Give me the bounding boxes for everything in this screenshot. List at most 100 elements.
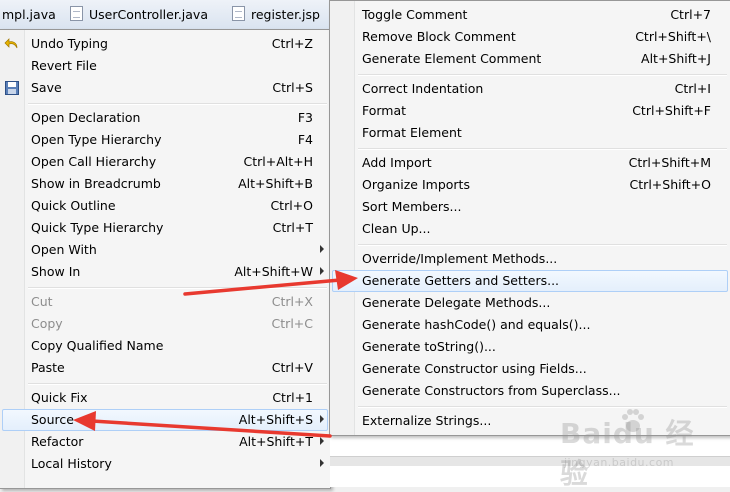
menu-item-label: Revert File xyxy=(31,58,97,73)
menu-item-accelerator: Alt+Shift+S xyxy=(238,412,313,427)
menu-item-accelerator: Ctrl+7 xyxy=(670,7,711,22)
menu-separator xyxy=(358,406,727,408)
menu-item-copy-qualified-name[interactable]: Copy Qualified Name xyxy=(0,335,330,357)
menu-item-refactor[interactable]: Refactor Alt+Shift+T xyxy=(0,431,330,453)
menu-item-label: Open Declaration xyxy=(31,110,141,125)
menu-item-accelerator: Ctrl+Alt+H xyxy=(243,154,313,169)
menu-item-label: Correct Indentation xyxy=(362,81,484,96)
menu-item-label: Quick Outline xyxy=(31,198,116,213)
menu-item-label: Format Element xyxy=(362,125,462,140)
menu-item-accelerator: Ctrl+1 xyxy=(272,390,313,405)
menu-item-generate-constructors-superclass[interactable]: Generate Constructors from Superclass... xyxy=(330,380,730,402)
menu-item-label: Toggle Comment xyxy=(362,7,468,22)
menu-item-label: Generate hashCode() and equals()... xyxy=(362,317,591,332)
menu-separator xyxy=(28,287,327,289)
menu-item-open-call-hierarchy[interactable]: Open Call Hierarchy Ctrl+Alt+H xyxy=(0,151,330,173)
menu-item-label: Show in Breadcrumb xyxy=(31,176,161,191)
menu-item-quick-fix[interactable]: Quick Fix Ctrl+1 xyxy=(0,387,330,409)
submenu-arrow-icon xyxy=(320,415,324,423)
menu-item-sort-members[interactable]: Sort Members... xyxy=(330,196,730,218)
menu-separator xyxy=(358,244,727,246)
menu-item-correct-indentation[interactable]: Correct Indentation Ctrl+I xyxy=(330,78,730,100)
menu-item-accelerator: Ctrl+Shift+F xyxy=(632,103,711,118)
menu-item-label: Format xyxy=(362,103,407,118)
menu-item-copy[interactable]: Copy Ctrl+C xyxy=(0,313,330,335)
menu-item-paste[interactable]: Paste Ctrl+V xyxy=(0,357,330,379)
menu-item-generate-constructor-fields[interactable]: Generate Constructor using Fields... xyxy=(330,358,730,380)
menu-item-remove-block-comment[interactable]: Remove Block Comment Ctrl+Shift+\ xyxy=(330,26,730,48)
menu-item-toggle-comment[interactable]: Toggle Comment Ctrl+7 xyxy=(330,4,730,26)
menu-item-quick-type-hierarchy[interactable]: Quick Type Hierarchy Ctrl+T xyxy=(0,217,330,239)
menu-item-accelerator: Alt+Shift+B xyxy=(238,176,313,191)
menu-item-label: Generate toString()... xyxy=(362,339,496,354)
menu-item-accelerator: Alt+Shift+J xyxy=(641,51,711,66)
menu-item-generate-element-comment[interactable]: Generate Element Comment Alt+Shift+J xyxy=(330,48,730,70)
editor-area xyxy=(330,434,730,487)
menu-item-label: Organize Imports xyxy=(362,177,470,192)
submenu-arrow-icon xyxy=(320,267,324,275)
menu-item-externalize-strings[interactable]: Externalize Strings... xyxy=(330,410,730,432)
tab-usercontroller-java[interactable]: UserController.java xyxy=(70,6,208,24)
submenu-arrow-icon xyxy=(320,437,324,445)
menu-item-generate-tostring[interactable]: Generate toString()... xyxy=(330,336,730,358)
submenu-arrow-icon xyxy=(320,245,324,253)
submenu-arrow-icon xyxy=(320,459,324,467)
menu-item-label: Save xyxy=(31,80,62,95)
menu-item-accelerator: Ctrl+V xyxy=(271,360,313,375)
menu-item-label: Quick Type Hierarchy xyxy=(31,220,164,235)
horizontal-scrollbar[interactable] xyxy=(330,456,730,466)
menu-item-override-implement-methods[interactable]: Override/Implement Methods... xyxy=(330,248,730,270)
tab-label: register.jsp xyxy=(251,7,320,22)
menu-item-label: Paste xyxy=(31,360,65,375)
menu-item-revert-file[interactable]: Revert File xyxy=(0,55,330,77)
menu-item-show-in[interactable]: Show In Alt+Shift+W xyxy=(0,261,330,283)
menu-item-quick-outline[interactable]: Quick Outline Ctrl+O xyxy=(0,195,330,217)
jsp-file-icon xyxy=(232,6,245,21)
menu-item-accelerator: Ctrl+I xyxy=(674,81,711,96)
menu-separator xyxy=(28,103,327,105)
menu-item-label: Externalize Strings... xyxy=(362,413,492,428)
menu-item-generate-getters-setters[interactable]: Generate Getters and Setters... xyxy=(330,270,730,292)
menu-item-format-element[interactable]: Format Element xyxy=(330,122,730,144)
undo-icon xyxy=(4,38,18,49)
tab-label: UserController.java xyxy=(89,7,208,22)
menu-item-accelerator: Ctrl+T xyxy=(272,220,313,235)
menu-item-generate-delegate-methods[interactable]: Generate Delegate Methods... xyxy=(330,292,730,314)
tab-register-jsp[interactable]: register.jsp xyxy=(232,6,320,24)
menu-item-accelerator: Ctrl+X xyxy=(271,294,313,309)
menu-item-open-with[interactable]: Open With xyxy=(0,239,330,261)
menu-item-show-in-breadcrumb[interactable]: Show in Breadcrumb Alt+Shift+B xyxy=(0,173,330,195)
menu-item-accelerator: F3 xyxy=(297,110,313,125)
menu-item-source[interactable]: Source Alt+Shift+S xyxy=(0,409,330,431)
menu-item-label: Clean Up... xyxy=(362,221,431,236)
menu-item-label: Generate Getters and Setters... xyxy=(362,273,560,288)
menu-item-generate-hashcode-equals[interactable]: Generate hashCode() and equals()... xyxy=(330,314,730,336)
menu-item-label: Undo Typing xyxy=(31,36,108,51)
menu-item-accelerator: Alt+Shift+W xyxy=(234,264,313,279)
menu-item-local-history[interactable]: Local History xyxy=(0,453,330,475)
menu-item-label: Show In xyxy=(31,264,81,279)
menu-item-label: Sort Members... xyxy=(362,199,462,214)
menu-item-label: Local History xyxy=(31,456,112,471)
menu-item-label: Open Call Hierarchy xyxy=(31,154,157,169)
save-icon xyxy=(5,81,19,95)
menu-item-accelerator: Ctrl+O xyxy=(270,198,313,213)
menu-item-label: Override/Implement Methods... xyxy=(362,251,558,266)
menu-item-open-declaration[interactable]: Open Declaration F3 xyxy=(0,107,330,129)
menu-separator xyxy=(358,74,727,76)
menu-item-format[interactable]: Format Ctrl+Shift+F xyxy=(330,100,730,122)
menu-item-label: Add Import xyxy=(362,155,432,170)
menu-item-cut[interactable]: Cut Ctrl+X xyxy=(0,291,330,313)
menu-item-label: Quick Fix xyxy=(31,390,88,405)
menu-item-organize-imports[interactable]: Organize Imports Ctrl+Shift+O xyxy=(330,174,730,196)
tab-impl-java[interactable]: mpl.java xyxy=(2,6,56,24)
menu-separator xyxy=(28,383,327,385)
menu-item-save[interactable]: Save Ctrl+S xyxy=(0,77,330,99)
menu-item-label: Generate Constructor using Fields... xyxy=(362,361,587,376)
menu-item-accelerator: Ctrl+Shift+\ xyxy=(635,29,711,44)
menu-item-label: Copy Qualified Name xyxy=(31,338,164,353)
menu-item-undo-typing[interactable]: Undo Typing Ctrl+Z xyxy=(0,33,330,55)
menu-item-open-type-hierarchy[interactable]: Open Type Hierarchy F4 xyxy=(0,129,330,151)
menu-item-add-import[interactable]: Add Import Ctrl+Shift+M xyxy=(330,152,730,174)
menu-item-clean-up[interactable]: Clean Up... xyxy=(330,218,730,240)
